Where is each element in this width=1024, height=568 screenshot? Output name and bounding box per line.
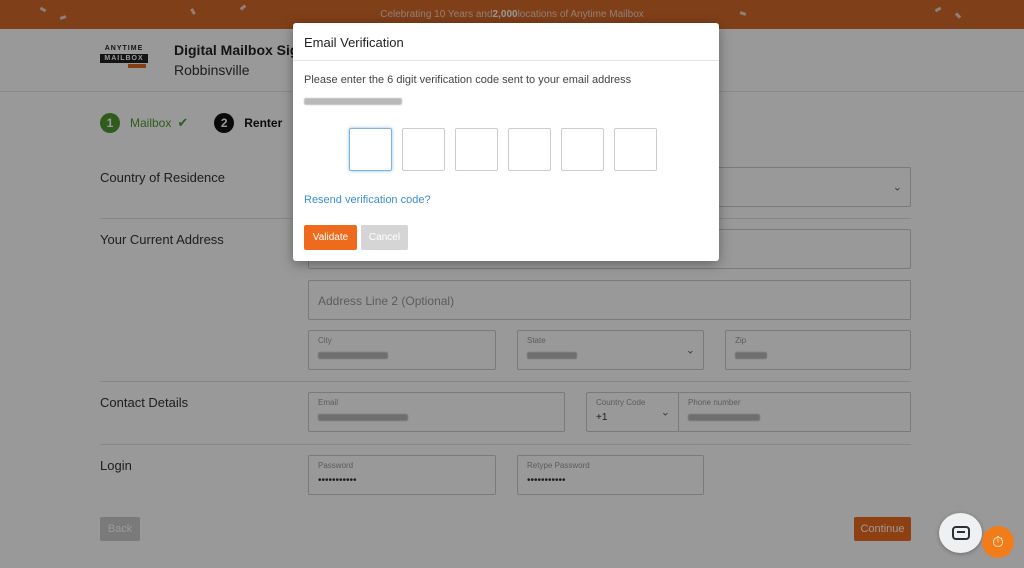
code-digit-input[interactable] (508, 128, 551, 171)
chat-widget-button[interactable] (939, 513, 982, 553)
timer-check-icon: ⏱ (992, 533, 1004, 551)
verification-code-inputs (349, 128, 657, 171)
modal-title: Email Verification (293, 23, 719, 61)
masked-email (304, 93, 402, 111)
code-digit-input[interactable] (455, 128, 498, 171)
chat-icon (951, 526, 970, 540)
code-digit-input[interactable] (402, 128, 445, 171)
code-digit-input[interactable] (614, 128, 657, 171)
resend-code-link[interactable]: Resend verification code? (304, 194, 431, 206)
timer-check-button[interactable]: ⏱ (982, 526, 1014, 558)
code-digit-input[interactable] (349, 128, 392, 171)
code-digit-input[interactable] (561, 128, 604, 171)
validate-button[interactable]: Validate (304, 225, 357, 250)
email-verification-modal: Email Verification Please enter the 6 di… (293, 23, 719, 261)
cancel-button[interactable]: Cancel (361, 225, 408, 250)
modal-instruction: Please enter the 6 digit verification co… (304, 74, 632, 86)
